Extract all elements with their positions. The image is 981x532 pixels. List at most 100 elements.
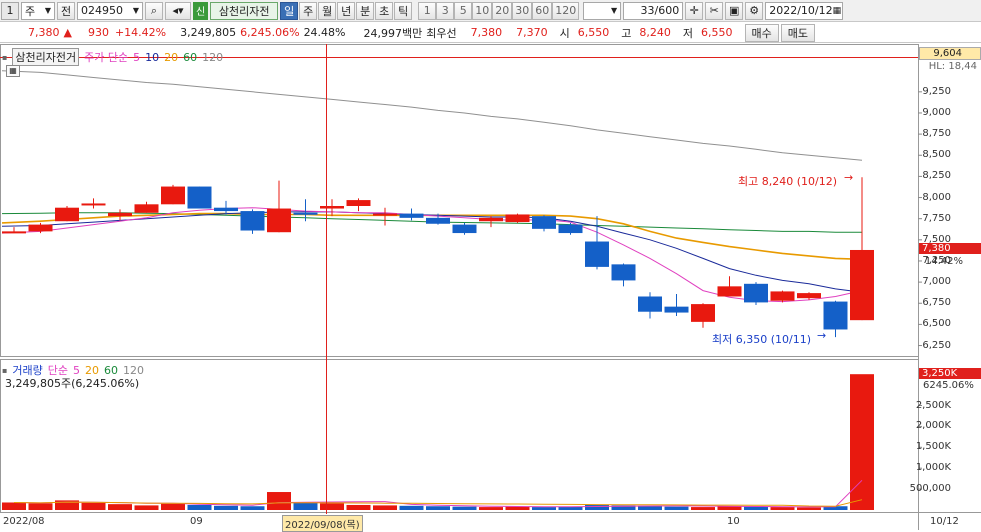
candle-body [108, 212, 132, 217]
interval-select[interactable]: ▼ [583, 1, 622, 20]
count-input[interactable]: 33/600 [623, 1, 684, 20]
buy-button[interactable]: 매수 [744, 23, 779, 42]
volume-tick-label: 1,000K [915, 462, 951, 474]
up-arrow-icon: ▲ [63, 26, 72, 39]
search-icon: ⌕ [150, 3, 158, 17]
current-pct-label: 14.42% [924, 256, 963, 267]
candle-body [505, 214, 530, 223]
chevron-down-icon: ▼ [611, 6, 618, 15]
candle-body [691, 304, 715, 322]
grid-toggle-icon[interactable]: ▦ [6, 65, 20, 77]
volume-bar [426, 506, 450, 510]
chevron-down-icon: ▼ [44, 6, 51, 15]
price-tick-label: 8,250 [922, 170, 951, 182]
volume-bar [691, 507, 715, 510]
candle-body [850, 249, 874, 321]
period-tab-5[interactable]: 초 [375, 1, 394, 20]
toolbar: 1 주 ▼ 전 024950 ▼ ⌕ ◂▾ 신 삼천리자전 일주월년분초틱 1351… [0, 0, 981, 22]
interval-button-3[interactable]: 10 [472, 1, 493, 20]
interval-button-5[interactable]: 30 [512, 1, 533, 20]
settings-button[interactable]: ⚙ [745, 1, 764, 20]
chart-area[interactable]: ▪ 삼천리자전거 주가 단순 5 10 20 60 120 ▦ ▪ 거래량 단순… [0, 44, 981, 532]
volume-bar [399, 505, 424, 510]
window-number[interactable]: 1 [1, 1, 19, 20]
volume-bar [187, 504, 212, 510]
volume-summary: 3,249,805주(6,245.06%) [5, 377, 140, 390]
x-label-oct: 10 [727, 516, 740, 527]
interval-button-0[interactable]: 1 [418, 1, 437, 20]
turnover: 24.48% [303, 26, 346, 39]
price-tick-label: 7,000 [922, 276, 951, 288]
stock-code-input[interactable]: 024950 ▼ [77, 1, 143, 20]
period-tab-1[interactable]: 주 [299, 1, 318, 20]
sell-button[interactable]: 매도 [780, 23, 815, 42]
price-panel-frame [0, 44, 919, 357]
best-quote-label: 최우선 [426, 26, 457, 40]
chart-tools-button[interactable]: ✛ [685, 1, 704, 20]
volume-bar [373, 505, 397, 510]
ma-line-120 [1, 70, 863, 161]
open-label: 시 [559, 26, 570, 40]
volume-tick-label: 500,000 [909, 483, 951, 495]
market-type-button[interactable]: 전 [57, 1, 75, 20]
market-select[interactable]: 주 ▼ [21, 1, 55, 20]
save-icon: ▣ [729, 4, 740, 17]
volume-bar [28, 503, 53, 510]
candle-body [638, 296, 662, 312]
interval-button-7[interactable]: 120 [552, 1, 580, 20]
price-change-pct: +14.42% [114, 26, 167, 39]
price-tick-label: 6,750 [922, 297, 951, 309]
period-tab-3[interactable]: 년 [337, 1, 356, 20]
x-label-aug: 2022/08 [3, 516, 45, 527]
candle-body [717, 286, 742, 297]
interval-button-6[interactable]: 60 [532, 1, 553, 20]
sound-button[interactable]: ◂▾ [165, 1, 191, 20]
current-price-tag: 7,380 [919, 243, 981, 254]
ma-label: 주가 단순 [84, 51, 129, 64]
low-label: 저 [682, 26, 693, 40]
period-tab-0[interactable]: 일 [280, 1, 299, 20]
volume-bar [293, 502, 318, 510]
candle-body [81, 203, 106, 206]
period-tab-4[interactable]: 분 [356, 1, 375, 20]
low-arrow-icon: → [817, 329, 827, 342]
candle-body [267, 208, 291, 233]
volume-tick-label: 2,500K [915, 399, 951, 411]
candle-body [558, 224, 583, 234]
calendar-icon: ▦ [832, 5, 842, 16]
period-tab-6[interactable]: 틱 [394, 1, 413, 20]
chevron-down-icon: ▼ [132, 6, 139, 15]
interval-button-2[interactable]: 5 [454, 1, 473, 20]
save-button[interactable]: ▣ [725, 1, 744, 20]
chart-svg[interactable] [0, 44, 981, 530]
candle-body [373, 213, 397, 216]
low-annotation: 최저 6,350 (10/11) [712, 333, 812, 346]
collapse-icon[interactable]: ▪ [2, 366, 7, 375]
candle-body [2, 231, 26, 234]
high-annotation: 최고 8,240 (10/12) [738, 175, 838, 188]
ma-60: 60 [183, 50, 198, 64]
credit-tag: 신 [193, 1, 209, 20]
candle-body [134, 204, 159, 213]
x-label-sep: 09 [190, 516, 203, 527]
collapse-icon[interactable]: ▪ [2, 53, 7, 62]
split-button[interactable]: ✂ [705, 1, 724, 20]
interval-button-4[interactable]: 20 [492, 1, 513, 20]
price-tick-label: 9,000 [922, 106, 951, 118]
volume-bar [664, 506, 689, 510]
candle-body [479, 217, 503, 222]
volume-bar [267, 492, 291, 510]
period-tab-2[interactable]: 월 [318, 1, 337, 20]
crosshair-date-label: 2022/09/08(목) [282, 515, 363, 532]
price-change: 930 [87, 26, 109, 39]
candle-body [585, 241, 609, 267]
candle-body [293, 212, 318, 215]
candle-body [240, 211, 265, 231]
volume-bar [770, 507, 795, 510]
price-tick-label: 8,500 [922, 149, 951, 161]
search-button[interactable]: ⌕ [145, 1, 163, 20]
candle-body [55, 207, 79, 222]
high-price: 8,240 [639, 26, 671, 39]
date-input[interactable]: 2022/10/12 ▦ [765, 1, 844, 20]
interval-button-1[interactable]: 3 [436, 1, 455, 20]
